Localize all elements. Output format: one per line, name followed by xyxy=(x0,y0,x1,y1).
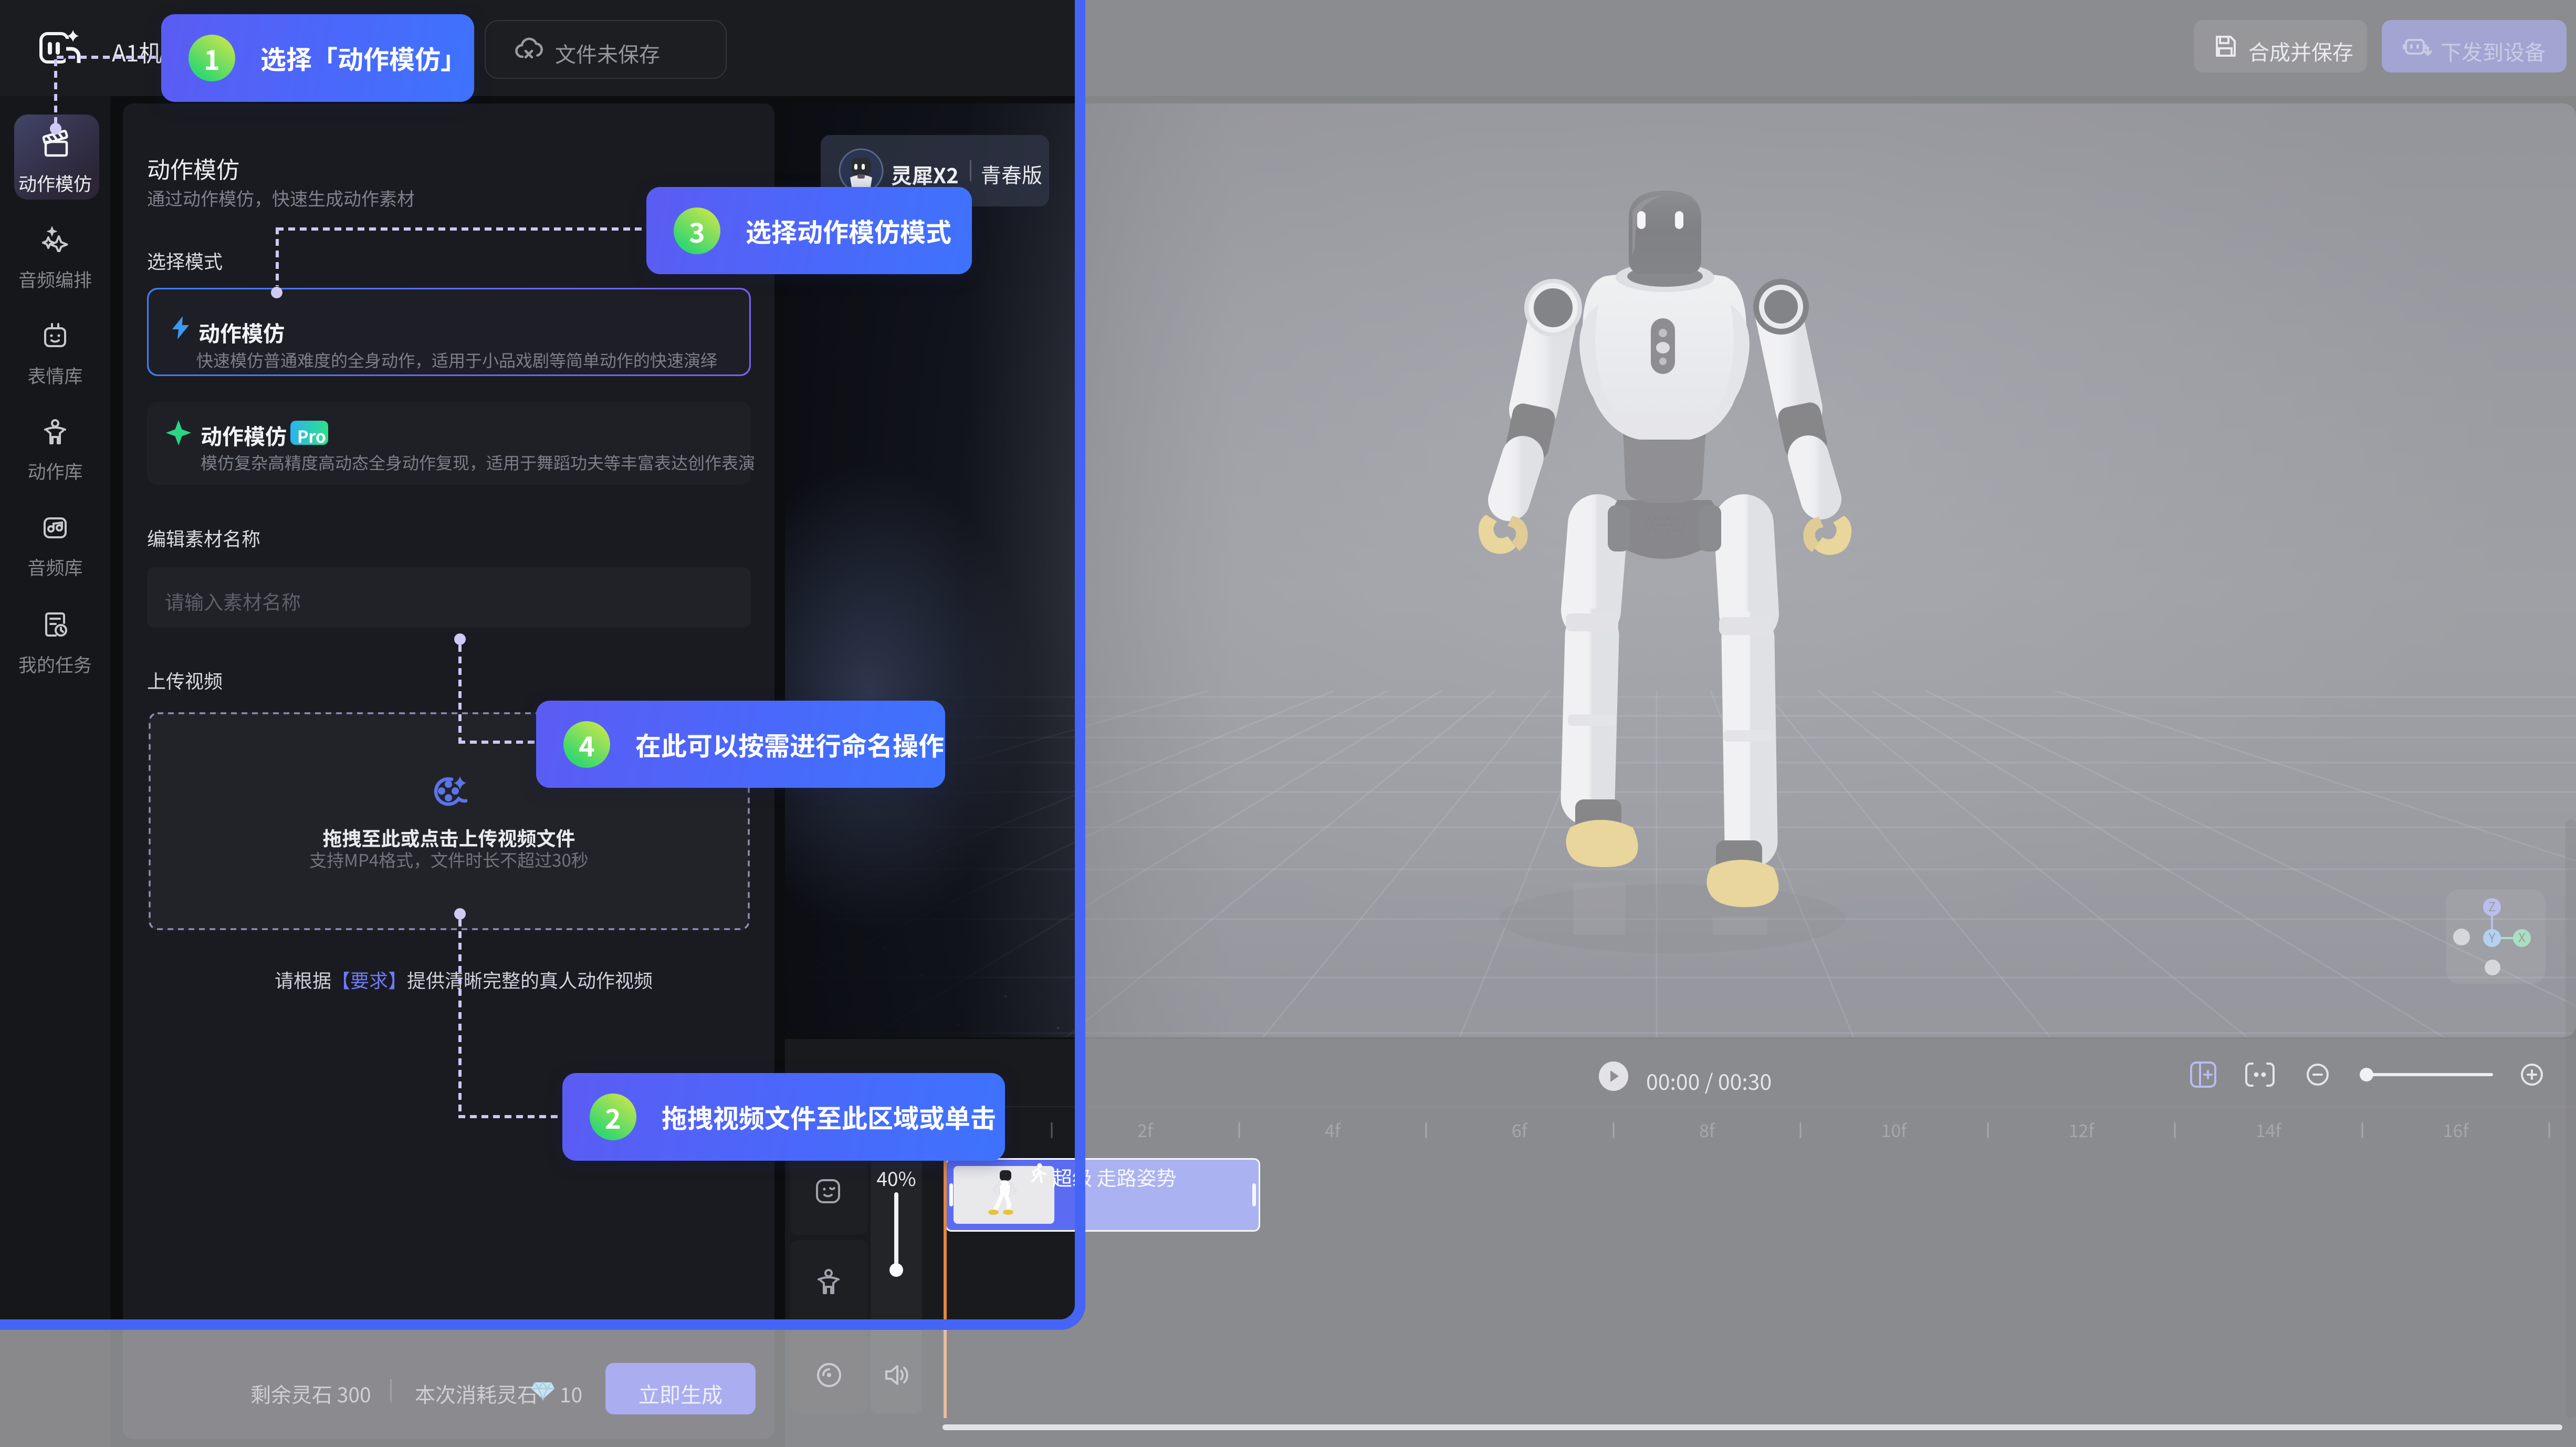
svg-text:Y: Y xyxy=(2488,928,2496,946)
svg-text:4f: 4f xyxy=(1325,1117,1342,1142)
svg-text:Z: Z xyxy=(2488,897,2496,915)
svg-text:16f: 16f xyxy=(2443,1117,2470,1142)
svg-text:10f: 10f xyxy=(1881,1117,1908,1142)
svg-text:8f: 8f xyxy=(1699,1117,1716,1142)
svg-text:14f: 14f xyxy=(2256,1117,2282,1142)
svg-text:6f: 6f xyxy=(1512,1117,1528,1142)
svg-text:X: X xyxy=(2518,928,2526,946)
svg-text:2f: 2f xyxy=(1137,1117,1154,1142)
svg-text:12f: 12f xyxy=(2069,1117,2096,1142)
